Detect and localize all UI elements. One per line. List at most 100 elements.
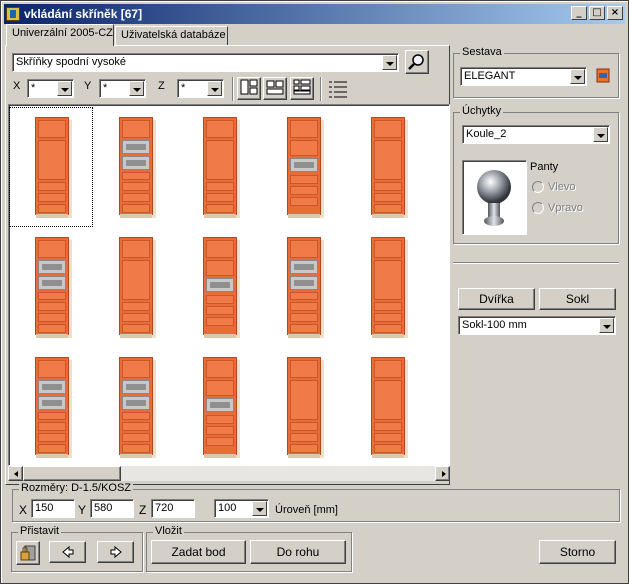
chevron-down-icon[interactable] xyxy=(207,81,222,96)
chevron-down-icon[interactable] xyxy=(593,127,608,142)
cabinet-thumbnail[interactable] xyxy=(177,107,261,225)
panty-label: Panty xyxy=(530,161,559,173)
cabinet-thumbnail[interactable] xyxy=(345,227,429,345)
cabinet-thumbnail[interactable] xyxy=(261,227,345,345)
view-large-button[interactable] xyxy=(237,77,261,100)
cabinet-thumbnail[interactable] xyxy=(93,347,177,465)
cabinet-image xyxy=(287,357,321,458)
cabinet-thumbnail[interactable] xyxy=(9,227,93,345)
chevron-down-icon[interactable] xyxy=(129,81,144,96)
cabinet-image xyxy=(119,237,153,338)
dim-x-input[interactable]: 150 xyxy=(31,499,75,518)
cabinet-image xyxy=(287,117,321,218)
horizontal-scrollbar[interactable] xyxy=(8,466,450,481)
chevron-down-icon[interactable] xyxy=(252,501,267,516)
knob-handle-image xyxy=(477,170,511,226)
cabinet-thumbnail[interactable] xyxy=(345,107,429,225)
chevron-down-icon[interactable] xyxy=(599,318,614,333)
tab-uzivatelska-databaze[interactable]: Uživatelská databáze xyxy=(115,26,228,45)
x-filter-label: X xyxy=(13,80,21,92)
minimize-button[interactable]: _ xyxy=(571,6,587,20)
close-button[interactable]: × xyxy=(607,6,623,20)
zadat-bod-button[interactable]: Zadat bod xyxy=(151,540,246,564)
dvirka-button[interactable]: Dvířka xyxy=(458,288,535,310)
level-value: 100 xyxy=(218,502,237,514)
vlevo-label: Vlevo xyxy=(548,181,576,193)
small-icons-icon xyxy=(293,79,311,95)
app-icon xyxy=(6,7,20,21)
storno-button[interactable]: Storno xyxy=(539,540,616,564)
medium-icons-icon xyxy=(266,80,284,95)
move-right-button[interactable] xyxy=(97,541,134,563)
dim-y-label: Y xyxy=(78,503,87,517)
sokl-button[interactable]: Sokl xyxy=(539,288,616,310)
cabinet-thumbnail[interactable] xyxy=(9,347,93,465)
cabinet-thumbnail[interactable] xyxy=(177,227,261,345)
toolbar-divider xyxy=(232,77,233,101)
dim-z-input[interactable]: 720 xyxy=(151,499,195,518)
cabinet-thumbnail[interactable] xyxy=(345,347,429,465)
search-button[interactable] xyxy=(405,50,429,74)
view-small-button[interactable] xyxy=(290,77,314,100)
rozmery-title: Rozměry: D-1.5/KOSZ xyxy=(19,482,134,494)
cabinet-thumbnail[interactable] xyxy=(93,227,177,345)
sestava-title: Sestava xyxy=(460,46,504,58)
pristavit-title: Přistavit xyxy=(18,525,62,537)
cabinet-catalog-grid[interactable] xyxy=(8,104,450,466)
chevron-down-icon[interactable] xyxy=(382,55,397,70)
view-medium-button[interactable] xyxy=(263,77,287,100)
cabinet-thumbnail[interactable] xyxy=(177,347,261,465)
vlevo-radio[interactable] xyxy=(532,181,544,193)
cabinet-image xyxy=(287,237,321,338)
z-filter-value: * xyxy=(181,82,186,94)
level-select[interactable]: 100 xyxy=(214,499,269,518)
vpravo-label: Vpravo xyxy=(548,202,583,214)
tab-univerzalni[interactable]: Univerzální 2005-CZ xyxy=(6,24,114,46)
scroll-right-arrow-icon[interactable] xyxy=(435,466,450,481)
uchytky-select[interactable]: Koule_2 xyxy=(462,125,610,144)
sestava-value: ELEGANT xyxy=(464,70,516,82)
category-select[interactable]: Skříňky spodní vysoké xyxy=(12,53,399,72)
sestava-settings-button[interactable] xyxy=(595,67,611,84)
cabinet-thumbnail[interactable] xyxy=(9,107,93,227)
sokl-value: Sokl-100 mm xyxy=(462,319,527,331)
sestava-select[interactable]: ELEGANT xyxy=(460,67,587,86)
y-filter-select[interactable]: * xyxy=(99,79,146,98)
cabinet-image xyxy=(35,237,69,338)
sokl-select[interactable]: Sokl-100 mm xyxy=(458,316,616,335)
cabinet-thumbnail[interactable] xyxy=(93,107,177,225)
cabinet-image xyxy=(119,117,153,218)
cabinet-image xyxy=(371,117,405,218)
dim-z-label: Z xyxy=(139,503,147,517)
z-filter-select[interactable]: * xyxy=(177,79,224,98)
cabinet-icon xyxy=(596,68,610,83)
scroll-thumb[interactable] xyxy=(23,466,121,481)
pristavit-lock-button[interactable] xyxy=(16,541,40,565)
cabinet-thumbnail[interactable] xyxy=(261,107,345,225)
dim-y-input[interactable]: 580 xyxy=(90,499,134,518)
arrow-right-icon xyxy=(110,545,122,559)
view-list-button[interactable] xyxy=(326,78,350,100)
move-left-button[interactable] xyxy=(49,541,86,563)
toolbar-divider xyxy=(320,77,321,101)
selected-cell-focus xyxy=(9,107,93,227)
vpravo-radio[interactable] xyxy=(532,202,544,214)
cabinet-thumbnail[interactable] xyxy=(261,347,345,465)
y-filter-label: Y xyxy=(84,80,92,92)
arrow-left-icon xyxy=(62,545,74,559)
maximize-button[interactable]: □ xyxy=(589,6,605,20)
title-bar[interactable]: vkládání skříněk [67] _ □ × xyxy=(4,4,625,24)
y-filter-value: * xyxy=(103,82,108,94)
handle-preview xyxy=(462,160,527,235)
dim-x-label: X xyxy=(19,503,28,517)
scroll-left-arrow-icon[interactable] xyxy=(8,466,23,481)
cabinet-image xyxy=(203,117,237,218)
cabinet-image xyxy=(35,357,69,458)
cabinet-image xyxy=(119,357,153,458)
chevron-down-icon[interactable] xyxy=(570,69,585,84)
do-rohu-button[interactable]: Do rohu xyxy=(250,540,346,564)
x-filter-select[interactable]: * xyxy=(27,79,74,98)
category-value: Skříňky spodní vysoké xyxy=(16,56,127,68)
vlozit-title: Vložit xyxy=(153,525,184,537)
chevron-down-icon[interactable] xyxy=(57,81,72,96)
